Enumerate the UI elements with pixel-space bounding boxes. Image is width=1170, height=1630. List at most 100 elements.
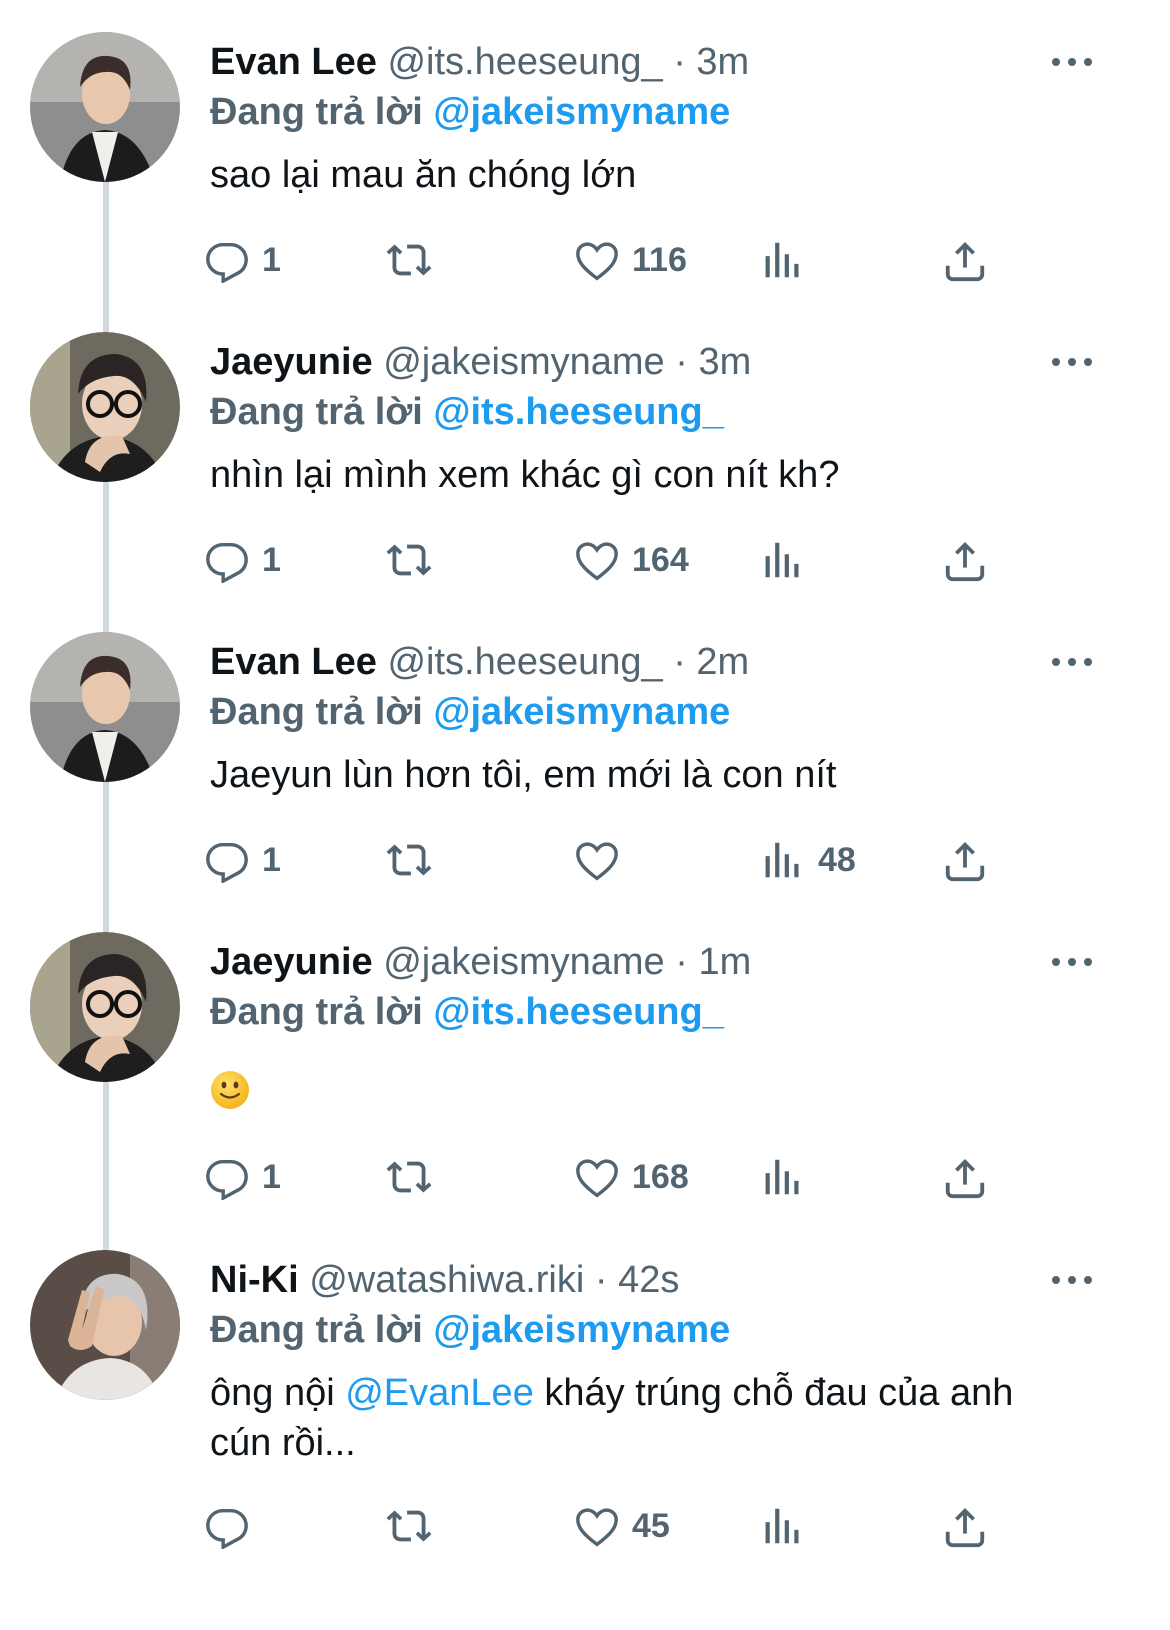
- avatar[interactable]: [30, 932, 180, 1082]
- tweet-header: Jaeyunie @jakeismyname · 3m: [210, 338, 751, 386]
- retweet-icon: [386, 1161, 432, 1193]
- replying-to-handle[interactable]: @jakeismyname: [433, 91, 730, 133]
- share-button[interactable]: [942, 230, 988, 290]
- views-icon: [765, 1159, 799, 1195]
- retweet-icon: [386, 1510, 432, 1542]
- mention-link[interactable]: @EvanLee: [345, 1372, 534, 1414]
- tweet-text: Jaeyun lùn hơn tôi, em mới là con nít: [210, 750, 1110, 800]
- tweet-header: Jaeyunie @jakeismyname · 1m: [210, 938, 751, 986]
- share-icon: [945, 841, 985, 882]
- more-icon[interactable]: [1052, 342, 1092, 382]
- share-icon: [945, 1158, 985, 1199]
- retweet-button[interactable]: [386, 830, 444, 890]
- replying-to: Đang trả lời @jakeismyname: [210, 88, 730, 136]
- share-button[interactable]: [942, 830, 988, 890]
- avatar-jaeyunie: [30, 932, 180, 1082]
- like-button[interactable]: 164: [574, 530, 689, 590]
- tweet-actions: 1 116: [0, 230, 1170, 290]
- handle[interactable]: @its.heeseung_: [387, 641, 662, 683]
- reply-button[interactable]: 1: [204, 230, 281, 290]
- views-icon: [765, 242, 799, 278]
- replying-to-handle[interactable]: @jakeismyname: [433, 1309, 730, 1351]
- views-button[interactable]: [760, 1496, 818, 1556]
- tweet-header: Evan Lee @its.heeseung_ · 2m: [210, 638, 749, 686]
- tweet-text-content: nhìn lại mình xem khác gì con nít kh?: [210, 454, 840, 496]
- retweet-button[interactable]: [386, 1496, 444, 1556]
- share-button[interactable]: [942, 1496, 988, 1556]
- replying-to-label: Đang trả lời: [210, 1309, 423, 1351]
- more-icon[interactable]: [1052, 42, 1092, 82]
- timestamp[interactable]: 2m: [696, 641, 749, 683]
- display-name[interactable]: Ni-Ki: [210, 1259, 299, 1301]
- separator-dot: ·: [673, 641, 686, 683]
- retweet-button[interactable]: [386, 530, 444, 590]
- views-icon: [765, 542, 799, 578]
- retweet-button[interactable]: [386, 230, 444, 290]
- retweet-icon: [386, 844, 432, 876]
- reply-button[interactable]: 1: [204, 830, 281, 890]
- avatar-evan-lee: [30, 632, 180, 782]
- timestamp[interactable]: 42s: [618, 1259, 679, 1301]
- separator-dot: ·: [594, 1259, 608, 1301]
- tweet-text-content: ông nội: [210, 1372, 346, 1414]
- heart-icon: [576, 842, 618, 881]
- timestamp[interactable]: 3m: [698, 341, 751, 383]
- reply-button[interactable]: 1: [204, 1147, 281, 1207]
- heart-icon: [576, 542, 618, 581]
- replying-to-label: Đang trả lời: [210, 391, 423, 433]
- share-button[interactable]: [942, 1147, 988, 1207]
- tweet-actions: 1 48: [0, 830, 1170, 890]
- more-icon[interactable]: [1052, 1260, 1092, 1300]
- like-button[interactable]: [574, 830, 632, 890]
- avatar[interactable]: [30, 1250, 180, 1400]
- more-icon[interactable]: [1052, 642, 1092, 682]
- timestamp[interactable]: 1m: [698, 941, 751, 983]
- share-icon: [945, 1507, 985, 1548]
- avatar[interactable]: [30, 332, 180, 482]
- reply-icon: [206, 242, 248, 283]
- handle[interactable]: @jakeismyname: [383, 341, 664, 383]
- replying-to-handle[interactable]: @its.heeseung_: [433, 391, 723, 433]
- display-name[interactable]: Jaeyunie: [210, 941, 373, 983]
- avatar[interactable]: [30, 632, 180, 782]
- heart-icon: [576, 1508, 618, 1547]
- display-name[interactable]: Jaeyunie: [210, 341, 373, 383]
- replying-to: Đang trả lời @jakeismyname: [210, 1306, 730, 1354]
- like-button[interactable]: 168: [574, 1147, 689, 1207]
- tweet-text: sao lại mau ăn chóng lớn: [210, 150, 1110, 200]
- separator-dot: ·: [675, 941, 688, 983]
- replying-to-label: Đang trả lời: [210, 991, 423, 1033]
- replying-to-label: Đang trả lời: [210, 691, 423, 733]
- like-count: 164: [632, 540, 689, 579]
- replying-to-handle[interactable]: @its.heeseung_: [433, 991, 723, 1033]
- replying-to-handle[interactable]: @jakeismyname: [433, 691, 730, 733]
- retweet-button[interactable]: [386, 1147, 444, 1207]
- timestamp[interactable]: 3m: [696, 41, 749, 83]
- views-button[interactable]: [760, 1147, 818, 1207]
- replying-to: Đang trả lời @its.heeseung_: [210, 988, 724, 1036]
- share-button[interactable]: [942, 530, 988, 590]
- handle[interactable]: @jakeismyname: [383, 941, 664, 983]
- reply-button[interactable]: [204, 1496, 262, 1556]
- retweet-icon: [386, 544, 432, 576]
- like-button[interactable]: 45: [574, 1496, 670, 1556]
- views-button[interactable]: [760, 230, 818, 290]
- like-button[interactable]: 116: [574, 230, 687, 290]
- display-name[interactable]: Evan Lee: [210, 41, 377, 83]
- reply-button[interactable]: 1: [204, 530, 281, 590]
- more-icon[interactable]: [1052, 942, 1092, 982]
- views-button[interactable]: 48: [760, 830, 856, 890]
- views-button[interactable]: [760, 530, 818, 590]
- avatar[interactable]: [30, 32, 180, 182]
- handle[interactable]: @its.heeseung_: [387, 41, 662, 83]
- handle[interactable]: @watashiwa.riki: [309, 1259, 584, 1301]
- display-name[interactable]: Evan Lee: [210, 641, 377, 683]
- reply-count: 1: [262, 240, 281, 279]
- reply-icon: [206, 1508, 248, 1549]
- tweet-actions: 1 164: [0, 530, 1170, 590]
- replying-to: Đang trả lời @its.heeseung_: [210, 388, 724, 436]
- replying-to-label: Đang trả lời: [210, 91, 423, 133]
- like-count: 45: [632, 1506, 670, 1545]
- heart-icon: [576, 1159, 618, 1198]
- separator-dot: ·: [673, 41, 686, 83]
